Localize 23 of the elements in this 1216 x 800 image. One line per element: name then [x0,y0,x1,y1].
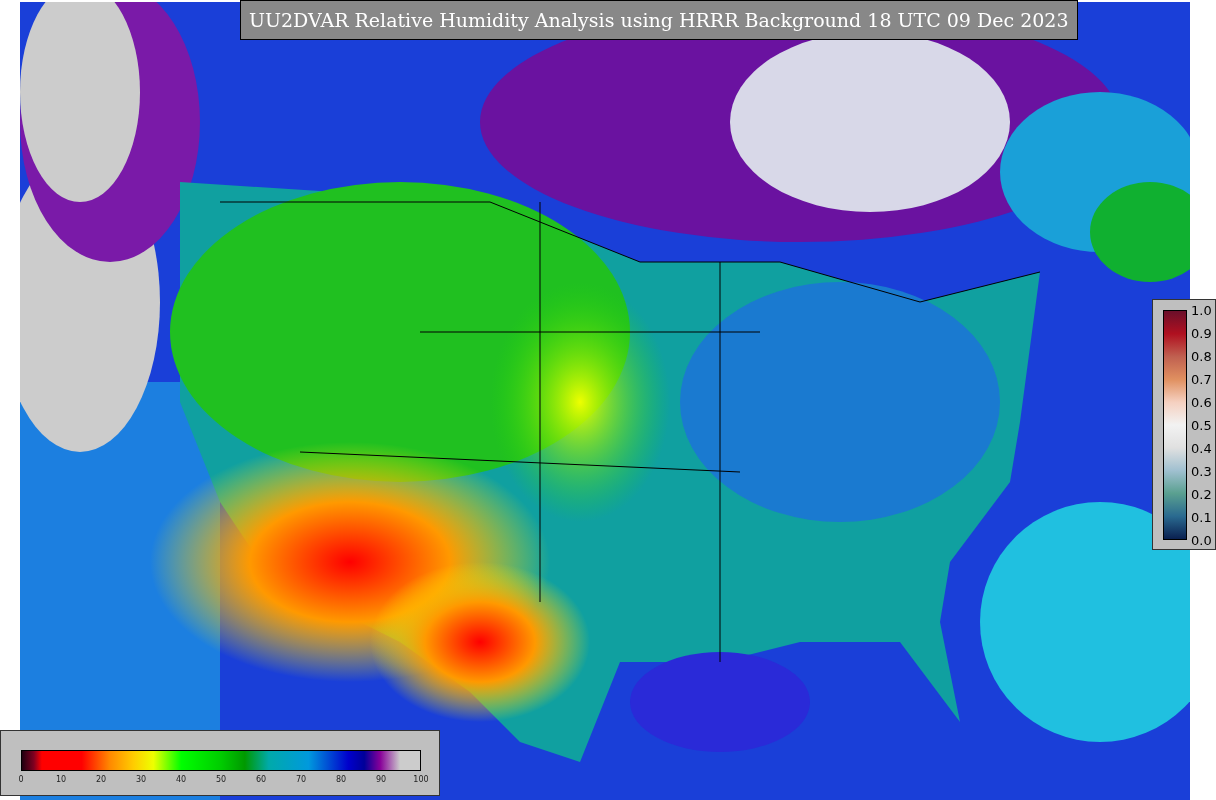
tick-label: 0.4 [1191,440,1212,456]
tick-label: 100 [413,774,429,786]
tick-label: 50 [215,774,227,786]
tick-label: 0.3 [1191,463,1212,479]
tick-label: 0.0 [1191,532,1212,548]
tick-label: 60 [255,774,267,786]
tick-label: 40 [175,774,187,786]
tick-label: 0 [18,774,24,786]
tick-label: 1.0 [1191,302,1212,318]
tick-label: 10 [55,774,67,786]
tick-label: 30 [135,774,147,786]
tick-label: 0.7 [1191,371,1212,387]
tick-label: 0.6 [1191,394,1212,410]
tick-label: 0.8 [1191,348,1212,364]
tick-label: 0.5 [1191,417,1212,433]
tick-label: 80 [335,774,347,786]
map-title: UU2DVAR Relative Humidity Analysis using HRRR Background 18 UTC 09 Dec 2023 [240,0,1078,40]
tick-label: 90 [375,774,387,786]
tick-label: 70 [295,774,307,786]
tick-label: 20 [95,774,107,786]
tick-label: 0.1 [1191,509,1212,525]
tick-label: 0.9 [1191,325,1212,341]
tick-label: 0.2 [1191,486,1212,502]
